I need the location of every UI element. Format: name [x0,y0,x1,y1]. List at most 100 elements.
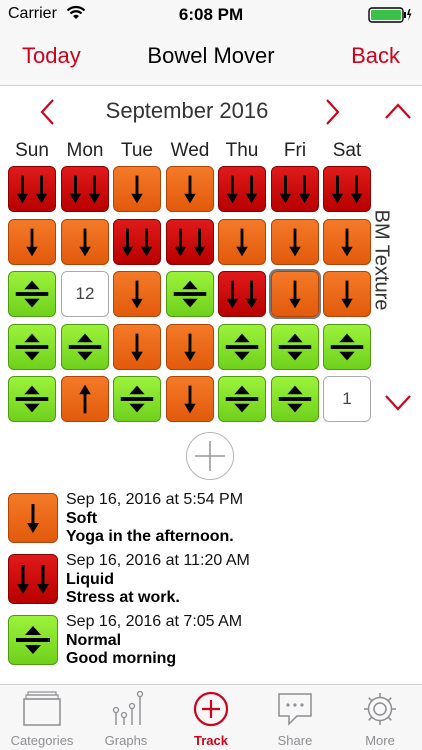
soft-texture-icon [79,228,91,257]
add-entry-button[interactable] [186,432,234,480]
chevron-up-icon[interactable] [384,102,412,120]
calendar-day[interactable] [166,271,214,317]
tab-more[interactable]: More [338,685,422,750]
calendar-day[interactable] [8,324,56,370]
calendar-day[interactable] [61,166,109,212]
calendar-day[interactable]: 12 [61,271,109,317]
liquid-texture-icon [121,228,153,257]
calendar-day[interactable] [113,271,161,317]
normal-texture-icon [15,333,49,361]
weekday-fri: Fri [283,140,307,161]
month-label: September 2016 [105,98,269,123]
normal-texture-icon [68,333,102,361]
entry-date: Sep 16, 2016 at 5:54 PM [66,491,244,508]
soft-texture-icon [27,504,39,533]
tab-share[interactable]: Share [253,685,337,750]
tab-bar: Categories Graphs Track Share More [0,684,422,750]
calendar-day[interactable] [323,219,371,265]
calendar-day[interactable] [323,271,371,317]
normal-texture-icon [15,280,49,308]
calendar-day[interactable] [113,219,161,265]
navigation-bar: Today Bowel Mover Back [0,30,422,86]
calendar-day[interactable] [323,166,371,212]
weekday-mon: Mon [66,140,104,161]
calendar-day[interactable] [113,324,161,370]
calendar-day[interactable] [8,271,56,317]
normal-texture-icon [16,626,50,654]
calendar-day[interactable] [61,376,109,422]
liquid-texture-icon [331,175,363,204]
list-item[interactable]: Sep 16, 2016 at 5:54 PM Soft Yoga in the a… [8,491,418,549]
calendar-day[interactable] [166,219,214,265]
liquid-texture-icon [279,175,311,204]
calendar-day[interactable] [166,324,214,370]
calendar-day[interactable] [61,324,109,370]
calendar-day[interactable] [113,376,161,422]
calendar-day[interactable] [218,324,266,370]
chevron-right-icon[interactable] [322,98,342,126]
categories-icon [23,691,61,726]
calendar-day[interactable] [8,219,56,265]
battery-icon [368,7,412,23]
calendar-day[interactable] [8,166,56,212]
soft-texture-icon [341,228,353,257]
liquid-texture-icon [16,175,48,204]
calendar-day[interactable] [271,166,319,212]
calendar-day[interactable] [8,376,56,422]
calendar-day[interactable] [271,271,319,317]
entry-type: Soft [66,510,98,527]
clock: 6:08 PM [178,5,244,24]
gear-icon [364,693,396,725]
month-selector: September 2016 [0,96,422,128]
soft-texture-icon [289,280,301,309]
tab-graphs[interactable]: Graphs [84,685,168,750]
texture-category-label: BM Texture [370,209,393,311]
calendar-day[interactable] [271,376,319,422]
entry-type: Liquid [66,571,114,588]
entry-type: Normal [66,632,122,649]
normal-texture-icon [330,333,364,361]
calendar-day[interactable] [61,219,109,265]
entry-texture-thumb [8,615,58,665]
graphs-icon [112,691,144,725]
calendar-day[interactable] [323,324,371,370]
list-item[interactable]: Sep 16, 2016 at 7:05 AM Normal Good mornin… [8,613,418,671]
calendar-day[interactable] [271,219,319,265]
liquid-texture-icon [69,175,101,204]
soft-texture-icon [184,175,196,204]
normal-texture-icon [15,385,49,413]
liquid-texture-icon [226,280,258,309]
plus-circle-icon [193,691,229,727]
normal-texture-icon [278,333,312,361]
calendar-day[interactable] [113,166,161,212]
liquid-texture-icon [17,565,49,594]
chevron-down-icon[interactable] [384,394,412,412]
calendar-day[interactable] [166,376,214,422]
calendar-day[interactable] [166,166,214,212]
calendar-day[interactable] [218,271,266,317]
entry-date: Sep 16, 2016 at 7:05 AM [66,613,243,630]
soft-texture-icon [289,228,301,257]
weekday-sat: Sat [332,140,362,161]
chat-bubble-icon [278,693,312,726]
soft-texture-icon [184,333,196,362]
calendar-day[interactable] [218,166,266,212]
soft-texture-icon [184,385,196,414]
hard-texture-icon [79,384,91,414]
list-item[interactable]: Sep 16, 2016 at 11:20 AM Liquid Stress at … [8,552,418,610]
tab-track[interactable]: Track [169,685,253,750]
normal-texture-icon [225,385,259,413]
back-button[interactable]: Back [351,43,400,69]
soft-texture-icon [26,228,38,257]
status-bar: Carrier 6:08 PM [0,0,422,30]
soft-texture-icon [131,333,143,362]
calendar-day[interactable] [218,376,266,422]
calendar-day[interactable] [271,324,319,370]
weekday-wed: Wed [170,140,210,161]
calendar-day[interactable]: 1 [323,376,371,422]
weekday-thu: Thu [225,140,259,161]
calendar-day[interactable] [218,219,266,265]
soft-texture-icon [341,280,353,309]
entry-note: Yoga in the afternoon. [66,528,234,545]
tab-categories[interactable]: Categories [0,685,84,750]
